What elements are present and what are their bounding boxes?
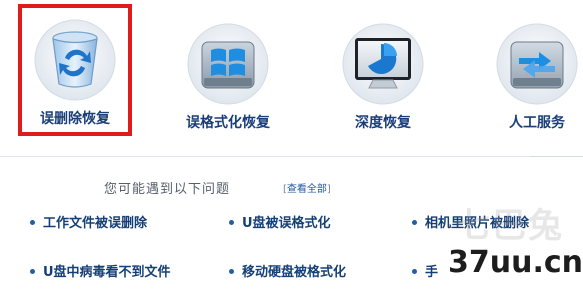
bullet-icon (30, 220, 35, 225)
section-divider (0, 156, 583, 157)
bullet-icon (412, 269, 417, 274)
service-tile-deep-recovery[interactable]: 深度恢复 (328, 8, 438, 134)
section-divider-accent (530, 156, 583, 157)
service-label: 人工服务 (509, 115, 565, 131)
service-label: 误格式化恢复 (186, 115, 270, 131)
service-label: 误删除恢复 (40, 111, 110, 127)
watermark-faint: 七巴兔 (456, 206, 564, 246)
bullet-icon (412, 220, 417, 225)
pie-chart-monitor-icon (341, 22, 425, 106)
recycle-bin-icon (33, 18, 117, 102)
view-all-label: 查看全部 (286, 184, 327, 195)
windows-disk-icon (186, 22, 270, 106)
faq-item[interactable]: 工作文件被误删除 (30, 215, 147, 233)
service-tile-deleted-recovery[interactable]: 误删除恢复 (18, 4, 132, 136)
view-all-link[interactable]: [查看全部] (283, 180, 331, 195)
faq-item[interactable]: 移动硬盘被格式化 (229, 264, 346, 282)
service-tile-manual-service[interactable]: 人工服务 (482, 8, 583, 134)
bullet-icon (229, 269, 234, 274)
transfer-arrows-icon (495, 22, 579, 106)
service-label: 深度恢复 (355, 115, 411, 131)
service-tile-format-recovery[interactable]: 误格式化恢复 (173, 8, 283, 134)
faq-item[interactable]: U盘中病毒看不到文件 (30, 264, 171, 282)
faq-item[interactable]: U盘被误格式化 (229, 215, 331, 233)
bullet-icon (30, 269, 35, 274)
faq-item[interactable]: 手 (412, 264, 438, 282)
faq-title: 您可能遇到以下问题 (104, 182, 231, 197)
bullet-icon (229, 220, 234, 225)
watermark-logo: 37uu.cn (448, 245, 583, 280)
